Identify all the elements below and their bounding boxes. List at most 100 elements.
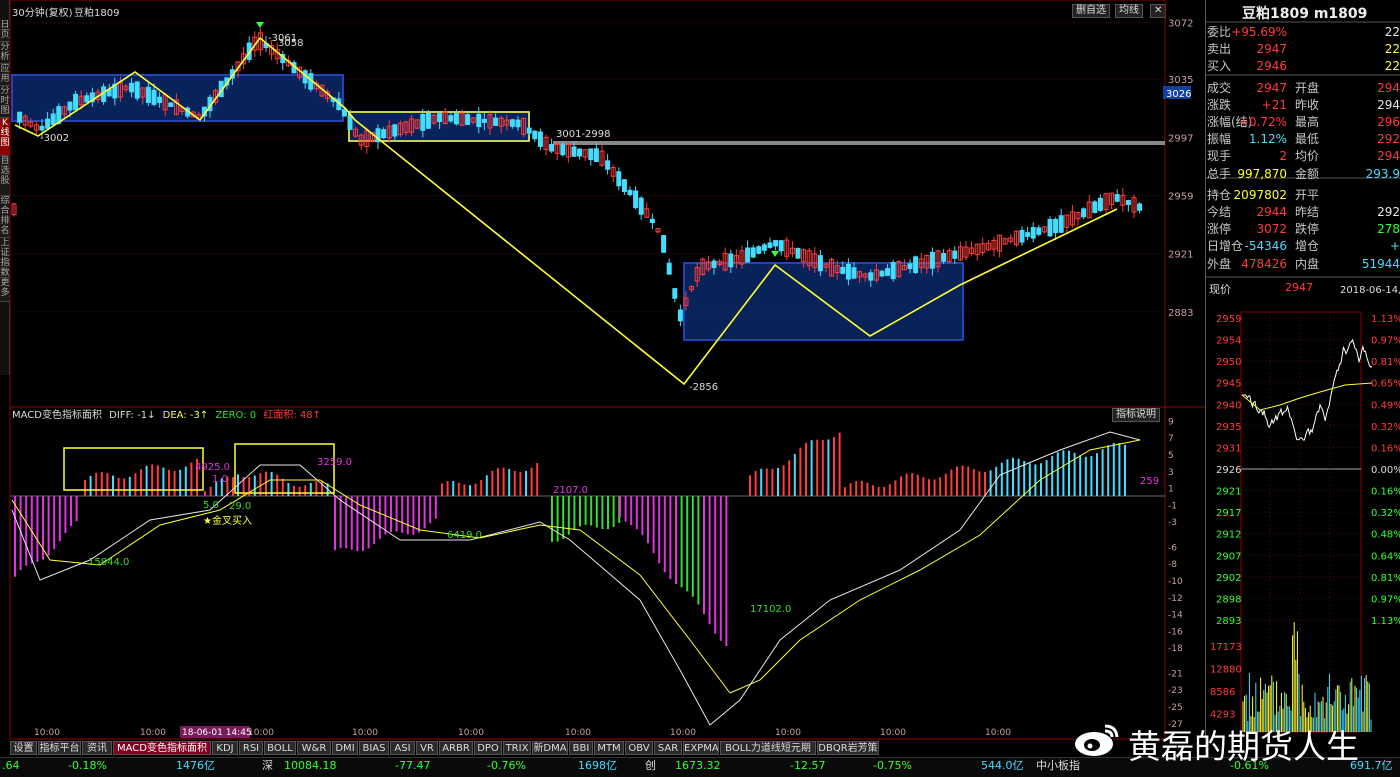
candle-body <box>1097 197 1103 211</box>
indicator-tab[interactable]: MTM <box>594 741 624 755</box>
indicator-tab[interactable]: SAR <box>654 741 682 755</box>
candle-body <box>1058 215 1064 233</box>
candle-body <box>638 197 644 215</box>
quote-label: 日增仓 <box>1207 239 1244 254</box>
quote-label-2: 最高 <box>1295 115 1320 129</box>
quote-label: 持仓 <box>1207 187 1232 202</box>
status-item: 1476亿 <box>176 759 215 772</box>
quote-value-2: 292 <box>1377 205 1400 219</box>
indicator-tab[interactable]: DPO <box>474 741 502 755</box>
candle-body <box>666 262 672 275</box>
candle-body <box>45 118 51 129</box>
candle-body <box>616 171 622 187</box>
time-axis-label: 10:00 <box>248 728 274 738</box>
candle-body <box>425 112 431 129</box>
indicator-tab[interactable]: BOLL力道线短元期 <box>720 741 816 755</box>
quote-label-2: 金额 <box>1295 166 1320 181</box>
range-label: 3001-2998 <box>556 129 611 140</box>
indicator-tab[interactable]: VR <box>416 741 438 755</box>
indicator-tab[interactable]: W&R <box>297 741 331 755</box>
indicator-tab[interactable]: 新DMA <box>532 741 568 755</box>
quote-value-2: 22 <box>1384 59 1400 74</box>
candle-body <box>890 262 896 280</box>
quote-value-2: 294 <box>1377 97 1400 112</box>
indicator-tab[interactable]: 资讯 <box>82 741 112 755</box>
quote-value: 2946 <box>1256 59 1287 74</box>
candle-body <box>879 270 885 277</box>
indicator-help-button[interactable]: 指标说明 <box>1112 408 1160 422</box>
candle-body <box>509 119 515 127</box>
candle-body <box>476 113 482 128</box>
status-item: -0.76% <box>487 759 526 772</box>
indicator-tab[interactable]: RSI <box>239 741 263 755</box>
candle-body <box>1125 200 1131 206</box>
macd-dea: DEA: -3↑ <box>162 410 209 421</box>
macd-axis-label: -14 <box>1168 611 1183 621</box>
candle-body <box>756 246 762 254</box>
macd-annotation: 6419.0 <box>447 530 482 541</box>
candle-body <box>420 114 426 131</box>
candle-body <box>1030 227 1036 239</box>
quote-value: 478426 <box>1241 256 1287 271</box>
quote-row: 涨停 3072 跌停 278 <box>1207 221 1400 238</box>
candle-body <box>773 240 779 247</box>
candle-body <box>549 144 555 152</box>
quote-row: 卖出 2947 22 <box>1207 41 1400 58</box>
quote-label-2: 开平 <box>1295 187 1320 202</box>
indicator-tab[interactable]: OBV <box>625 741 653 755</box>
status-item: -0.75% <box>873 759 912 772</box>
time-axis-label: 10:00 <box>352 728 378 738</box>
candle-body <box>1025 232 1031 237</box>
macd-axis-label: -10 <box>1168 577 1183 587</box>
quote-label-2: 内盘 <box>1295 256 1320 271</box>
indicator-tab[interactable]: TRIX <box>503 741 531 755</box>
candle-body <box>605 160 611 170</box>
status-item: -0.18% <box>68 759 107 772</box>
macd-axis-label: 1 <box>1168 485 1174 495</box>
indicator-tab[interactable]: BBI <box>569 741 593 755</box>
price-axis-label: 2997 <box>1168 133 1193 144</box>
indicator-tab[interactable]: DBQR岩芳策 <box>817 741 879 755</box>
quote-label: 涨跌 <box>1207 97 1232 112</box>
candle-body <box>532 130 538 140</box>
quote-value-2: 278 <box>1377 222 1400 237</box>
indicator-tab[interactable]: DMI <box>332 741 358 755</box>
green-arrow-icon <box>771 251 779 257</box>
indicator-tab[interactable]: EXPMA <box>683 741 719 755</box>
quote-value: 3072 <box>1256 222 1287 237</box>
low-label-2856: -2856 <box>689 382 718 393</box>
quote-label-2: 均价 <box>1295 149 1320 164</box>
quote-label-2: 开盘 <box>1295 80 1320 95</box>
candle-body <box>845 263 851 280</box>
candle-body <box>672 288 678 299</box>
low-label-3002: -3002 <box>40 133 69 144</box>
indicator-tab[interactable]: KDJ <box>212 741 238 755</box>
quote-row: 持仓 2097802 开平 <box>1207 187 1400 204</box>
indicator-tab[interactable]: 指标平台 <box>38 741 81 755</box>
status-item: 深 <box>262 759 273 772</box>
macd-axis-label: -23 <box>1168 686 1183 696</box>
time-highlight-label: 18-06-01 14:45 <box>182 728 252 738</box>
quote-label-2: 跌停 <box>1295 222 1320 237</box>
indicator-tab[interactable]: 设置 <box>10 741 37 755</box>
time-axis-label: 10:00 <box>458 728 484 738</box>
quote-row: 外盘 478426 内盘 51944 <box>1207 256 1400 273</box>
quote-value: 2 <box>1279 149 1287 164</box>
macd-annotation: 3259.0 <box>317 457 352 468</box>
candle-body <box>621 179 627 192</box>
indicator-tab[interactable]: MACD变色指标面积 <box>113 741 211 755</box>
candle-body <box>481 118 487 123</box>
quote-value: +95.69% <box>1231 25 1287 39</box>
macd-annotation: 5.0 <box>203 500 219 511</box>
indicator-tab[interactable]: BOLL <box>264 741 296 755</box>
macd-diff: DIFF: -1↓ <box>109 410 156 421</box>
candle-body <box>515 119 521 128</box>
status-item: -77.47 <box>395 759 431 772</box>
quote-value-2: 51944 <box>1361 256 1400 271</box>
indicator-tab[interactable]: ARBR <box>439 741 473 755</box>
indicator-tab[interactable]: BIAS <box>359 741 389 755</box>
candle-body <box>1019 229 1025 243</box>
quote-value: 2097802 <box>1233 187 1287 202</box>
indicator-tab[interactable]: ASI <box>390 741 415 755</box>
quote-value-2: 294 <box>1377 80 1400 95</box>
